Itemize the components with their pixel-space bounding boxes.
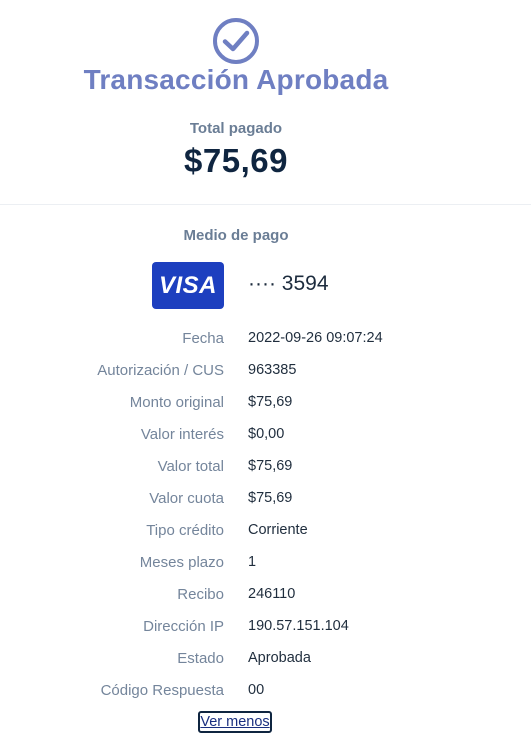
detail-label: Meses plazo (139, 554, 224, 571)
detail-value: 246110 (248, 586, 296, 602)
detail-value: $75,69 (248, 458, 293, 474)
detail-value: 1 (248, 554, 257, 570)
total-paid-label: Total pagado (189, 120, 283, 137)
detail-value: Aprobada (248, 650, 311, 666)
detail-value: $0,00 (248, 426, 285, 442)
detail-label: Autorización / CUS (97, 362, 224, 379)
detail-label: Valor interés (140, 426, 224, 443)
detail-row: Valor interés $0,00 (0, 426, 531, 448)
detail-label: Estado (177, 650, 224, 667)
detail-row: Valor total $75,69 (0, 458, 531, 480)
detail-row: Monto original $75,69 (0, 394, 531, 416)
detail-label: Monto original (129, 394, 224, 411)
detail-row: Autorización / CUS 963385 (0, 362, 531, 384)
detail-row: Tipo crédito Corriente (0, 522, 531, 544)
visa-logo-icon: VISA (152, 262, 224, 309)
detail-row: Código Respuesta 00 (0, 682, 531, 704)
detail-label: Fecha (182, 330, 224, 347)
detail-label: Tipo crédito (146, 522, 224, 539)
detail-label: Dirección IP (143, 618, 224, 635)
detail-value: 2022-09-26 09:07:24 (248, 330, 383, 346)
detail-row: Dirección IP 190.57.151.104 (0, 618, 531, 640)
payment-method-label: Medio de pago (183, 227, 289, 244)
detail-label: Recibo (177, 586, 224, 603)
card-number: ···· 3594 (248, 272, 329, 295)
section-divider (0, 204, 531, 205)
detail-label: Valor cuota (149, 490, 224, 507)
check-circle-icon (213, 18, 259, 64)
detail-row: Fecha 2022-09-26 09:07:24 (0, 330, 531, 352)
page-title: Transacción Aprobada (83, 64, 389, 95)
detail-value: $75,69 (248, 394, 293, 410)
detail-label: Código Respuesta (100, 682, 224, 699)
detail-row: Estado Aprobada (0, 650, 531, 672)
detail-label: Valor total (157, 458, 224, 475)
detail-row: Meses plazo 1 (0, 554, 531, 576)
detail-value: 190.57.151.104 (248, 618, 349, 634)
detail-value: $75,69 (248, 490, 293, 506)
detail-value: 00 (248, 682, 265, 698)
detail-row: Recibo 246110 (0, 586, 531, 608)
detail-value: Corriente (248, 522, 308, 538)
detail-value: 963385 (248, 362, 297, 378)
total-paid-amount: $75,69 (184, 142, 288, 179)
detail-row: Valor cuota $75,69 (0, 490, 531, 512)
see-less-link[interactable]: Ver menos (198, 711, 272, 733)
